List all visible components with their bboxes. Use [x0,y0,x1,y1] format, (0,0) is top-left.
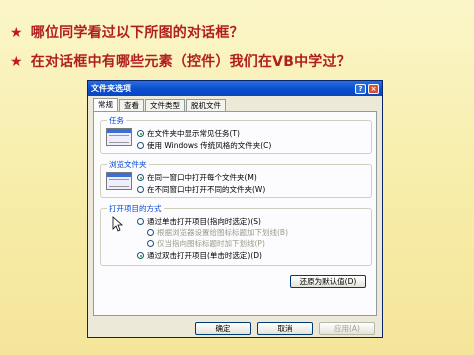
tab-general[interactable]: 常规 [93,98,118,112]
click-group-title: 打开项目的方式 [107,203,164,214]
dialog-title: 文件夹选项 [91,84,131,93]
click-items-group: 打开项目的方式 通过单击打开项目(指向时选定)(S) 根据浏览器设置给图标标题加… [100,203,372,266]
star-bullet-icon: ★ [10,25,23,41]
double-click-option[interactable]: 通过双击打开项目(单击时选定)(D) [137,250,262,261]
ok-button[interactable]: 确定 [195,322,251,335]
separate-window-option[interactable]: 在不同窗口中打开不同的文件夹(W) [137,184,265,195]
dialog-titlebar[interactable]: 文件夹选项 ? × [88,81,382,96]
question-text-2: 在对话框中有哪些元素（控件）我们在VB中学过？ [30,54,351,70]
close-button[interactable]: × [368,83,379,94]
show-common-tasks-option[interactable]: 在文件夹中显示常见任务(T) [137,128,240,139]
restore-defaults-button[interactable]: 还原为默认值(D) [290,275,366,288]
cancel-button[interactable]: 取消 [257,322,313,335]
radio-icon[interactable] [137,186,144,193]
classic-folders-option[interactable]: 使用 Windows 传统风格的文件夹(C) [137,140,271,151]
same-window-option[interactable]: 在同一窗口中打开每个文件夹(M) [137,172,257,183]
apply-button[interactable]: 应用(A) [319,322,375,335]
tab-panel-general: 任务 在文件夹中显示常见任务(T) 使用 Windows 传统风格的文件夹(C)… [93,111,377,316]
radio-icon[interactable] [137,218,144,225]
tasks-preview-icon [106,128,132,146]
star-bullet-icon: ★ [10,54,23,70]
radio-disabled-icon[interactable] [147,240,154,247]
tasks-group-title: 任务 [107,115,126,126]
radio-selected-icon[interactable] [137,130,144,137]
single-click-option[interactable]: 通过单击打开项目(指向时选定)(S) [137,216,261,227]
folder-options-dialog: 文件夹选项 ? × 常规 查看 文件类型 脱机文件 任务 在文件夹中显示常见任务… [87,80,383,338]
underline-hover-option[interactable]: 仅当指向图标标题时加下划线(P) [147,238,265,249]
underline-browser-option[interactable]: 根据浏览器设置给图标标题加下划线(B) [147,227,288,238]
radio-selected-icon[interactable] [137,252,144,259]
tasks-group: 任务 在文件夹中显示常见任务(T) 使用 Windows 传统风格的文件夹(C) [100,115,372,154]
radio-disabled-icon[interactable] [147,229,154,236]
question-line-1: ★ 哪位同学看过以下所图的对话框？ [10,22,244,42]
help-button[interactable]: ? [355,83,366,94]
browse-group-title: 浏览文件夹 [107,159,149,170]
radio-selected-icon[interactable] [137,174,144,181]
question-line-2: ★ 在对话框中有哪些元素（控件）我们在VB中学过？ [10,51,351,71]
browse-preview-icon [106,172,132,190]
browse-folders-group: 浏览文件夹 在同一窗口中打开每个文件夹(M) 在不同窗口中打开不同的文件夹(W) [100,159,372,198]
pointer-cursor-icon [112,216,124,232]
question-text-1: 哪位同学看过以下所图的对话框？ [30,25,244,41]
radio-icon[interactable] [137,142,144,149]
